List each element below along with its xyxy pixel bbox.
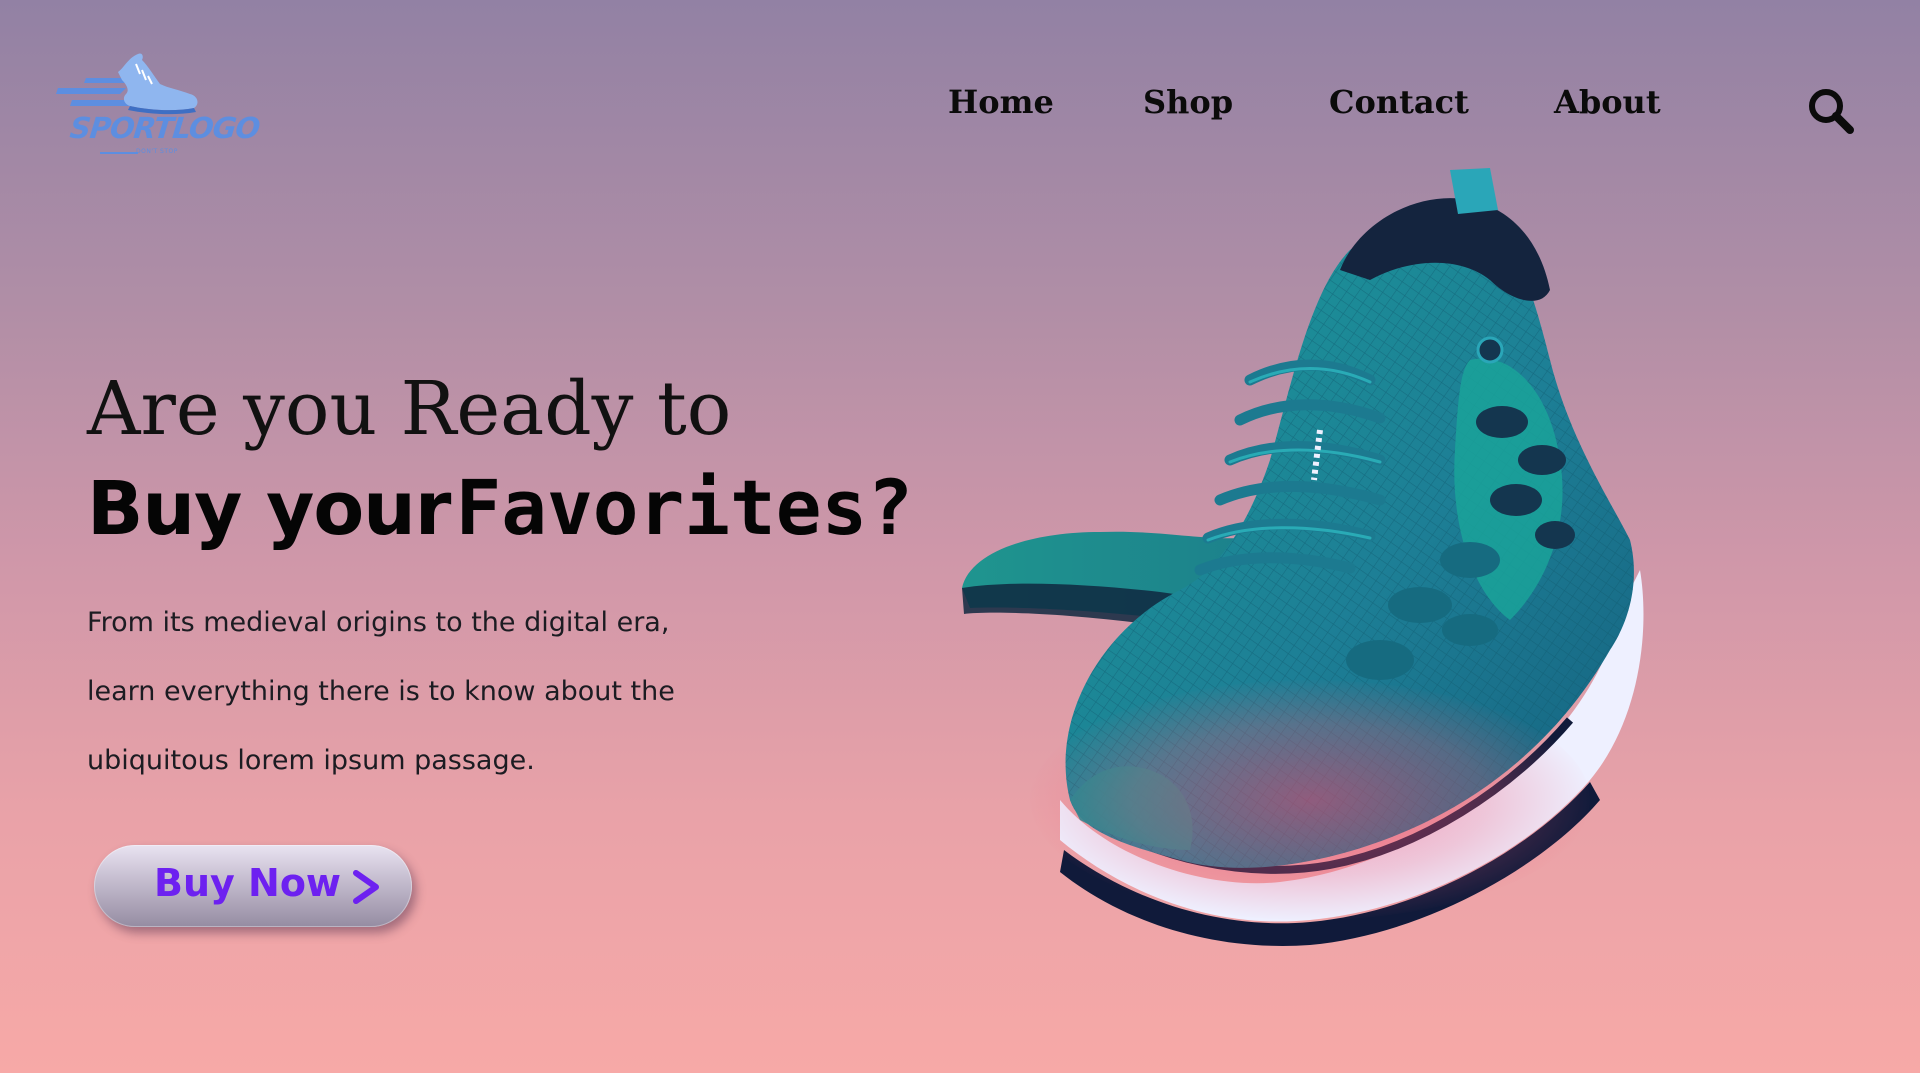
buy-now-label: Buy Now xyxy=(154,861,342,905)
hero-description: From its medieval origins to the digital… xyxy=(87,588,707,795)
logo-tagline: DON'T STOP xyxy=(136,148,178,155)
description-line: From its medieval origins to the digital… xyxy=(87,607,670,638)
logo-wordmark: SPORTLOGO xyxy=(68,111,262,145)
nav-item-about[interactable]: About xyxy=(1554,86,1661,118)
site-header: SPORTLOGO DON'T STOP Home Shop Contact A… xyxy=(0,0,1920,160)
search-button[interactable] xyxy=(1806,86,1856,136)
shoe-logo-icon xyxy=(56,53,198,115)
hero-title-favorites: Favorites? xyxy=(455,463,913,552)
nav-item-contact[interactable]: Contact xyxy=(1329,86,1469,118)
shoe-shadow xyxy=(1030,680,1590,920)
nav-item-home[interactable]: Home xyxy=(948,86,1054,118)
brand-logo[interactable]: SPORTLOGO DON'T STOP xyxy=(56,50,261,162)
product-image xyxy=(950,160,1710,1020)
hero-heading: Are you Ready to Buy your Favorites? xyxy=(87,366,913,546)
logo-underline xyxy=(100,152,138,154)
nav-item-shop[interactable]: Shop xyxy=(1143,86,1233,118)
hero-title-line2: Buy your Favorites? xyxy=(87,470,913,547)
hero-title-line1: Are you Ready to xyxy=(87,366,732,452)
search-icon xyxy=(1809,89,1854,134)
description-line: ubiquitous lorem ipsum passage. xyxy=(87,745,535,776)
hero-title-buy-your: Buy your xyxy=(87,466,451,552)
buy-now-button[interactable]: Buy Now xyxy=(94,845,412,927)
description-line: learn everything there is to know about … xyxy=(87,676,675,707)
chevron-right-icon xyxy=(353,870,379,904)
